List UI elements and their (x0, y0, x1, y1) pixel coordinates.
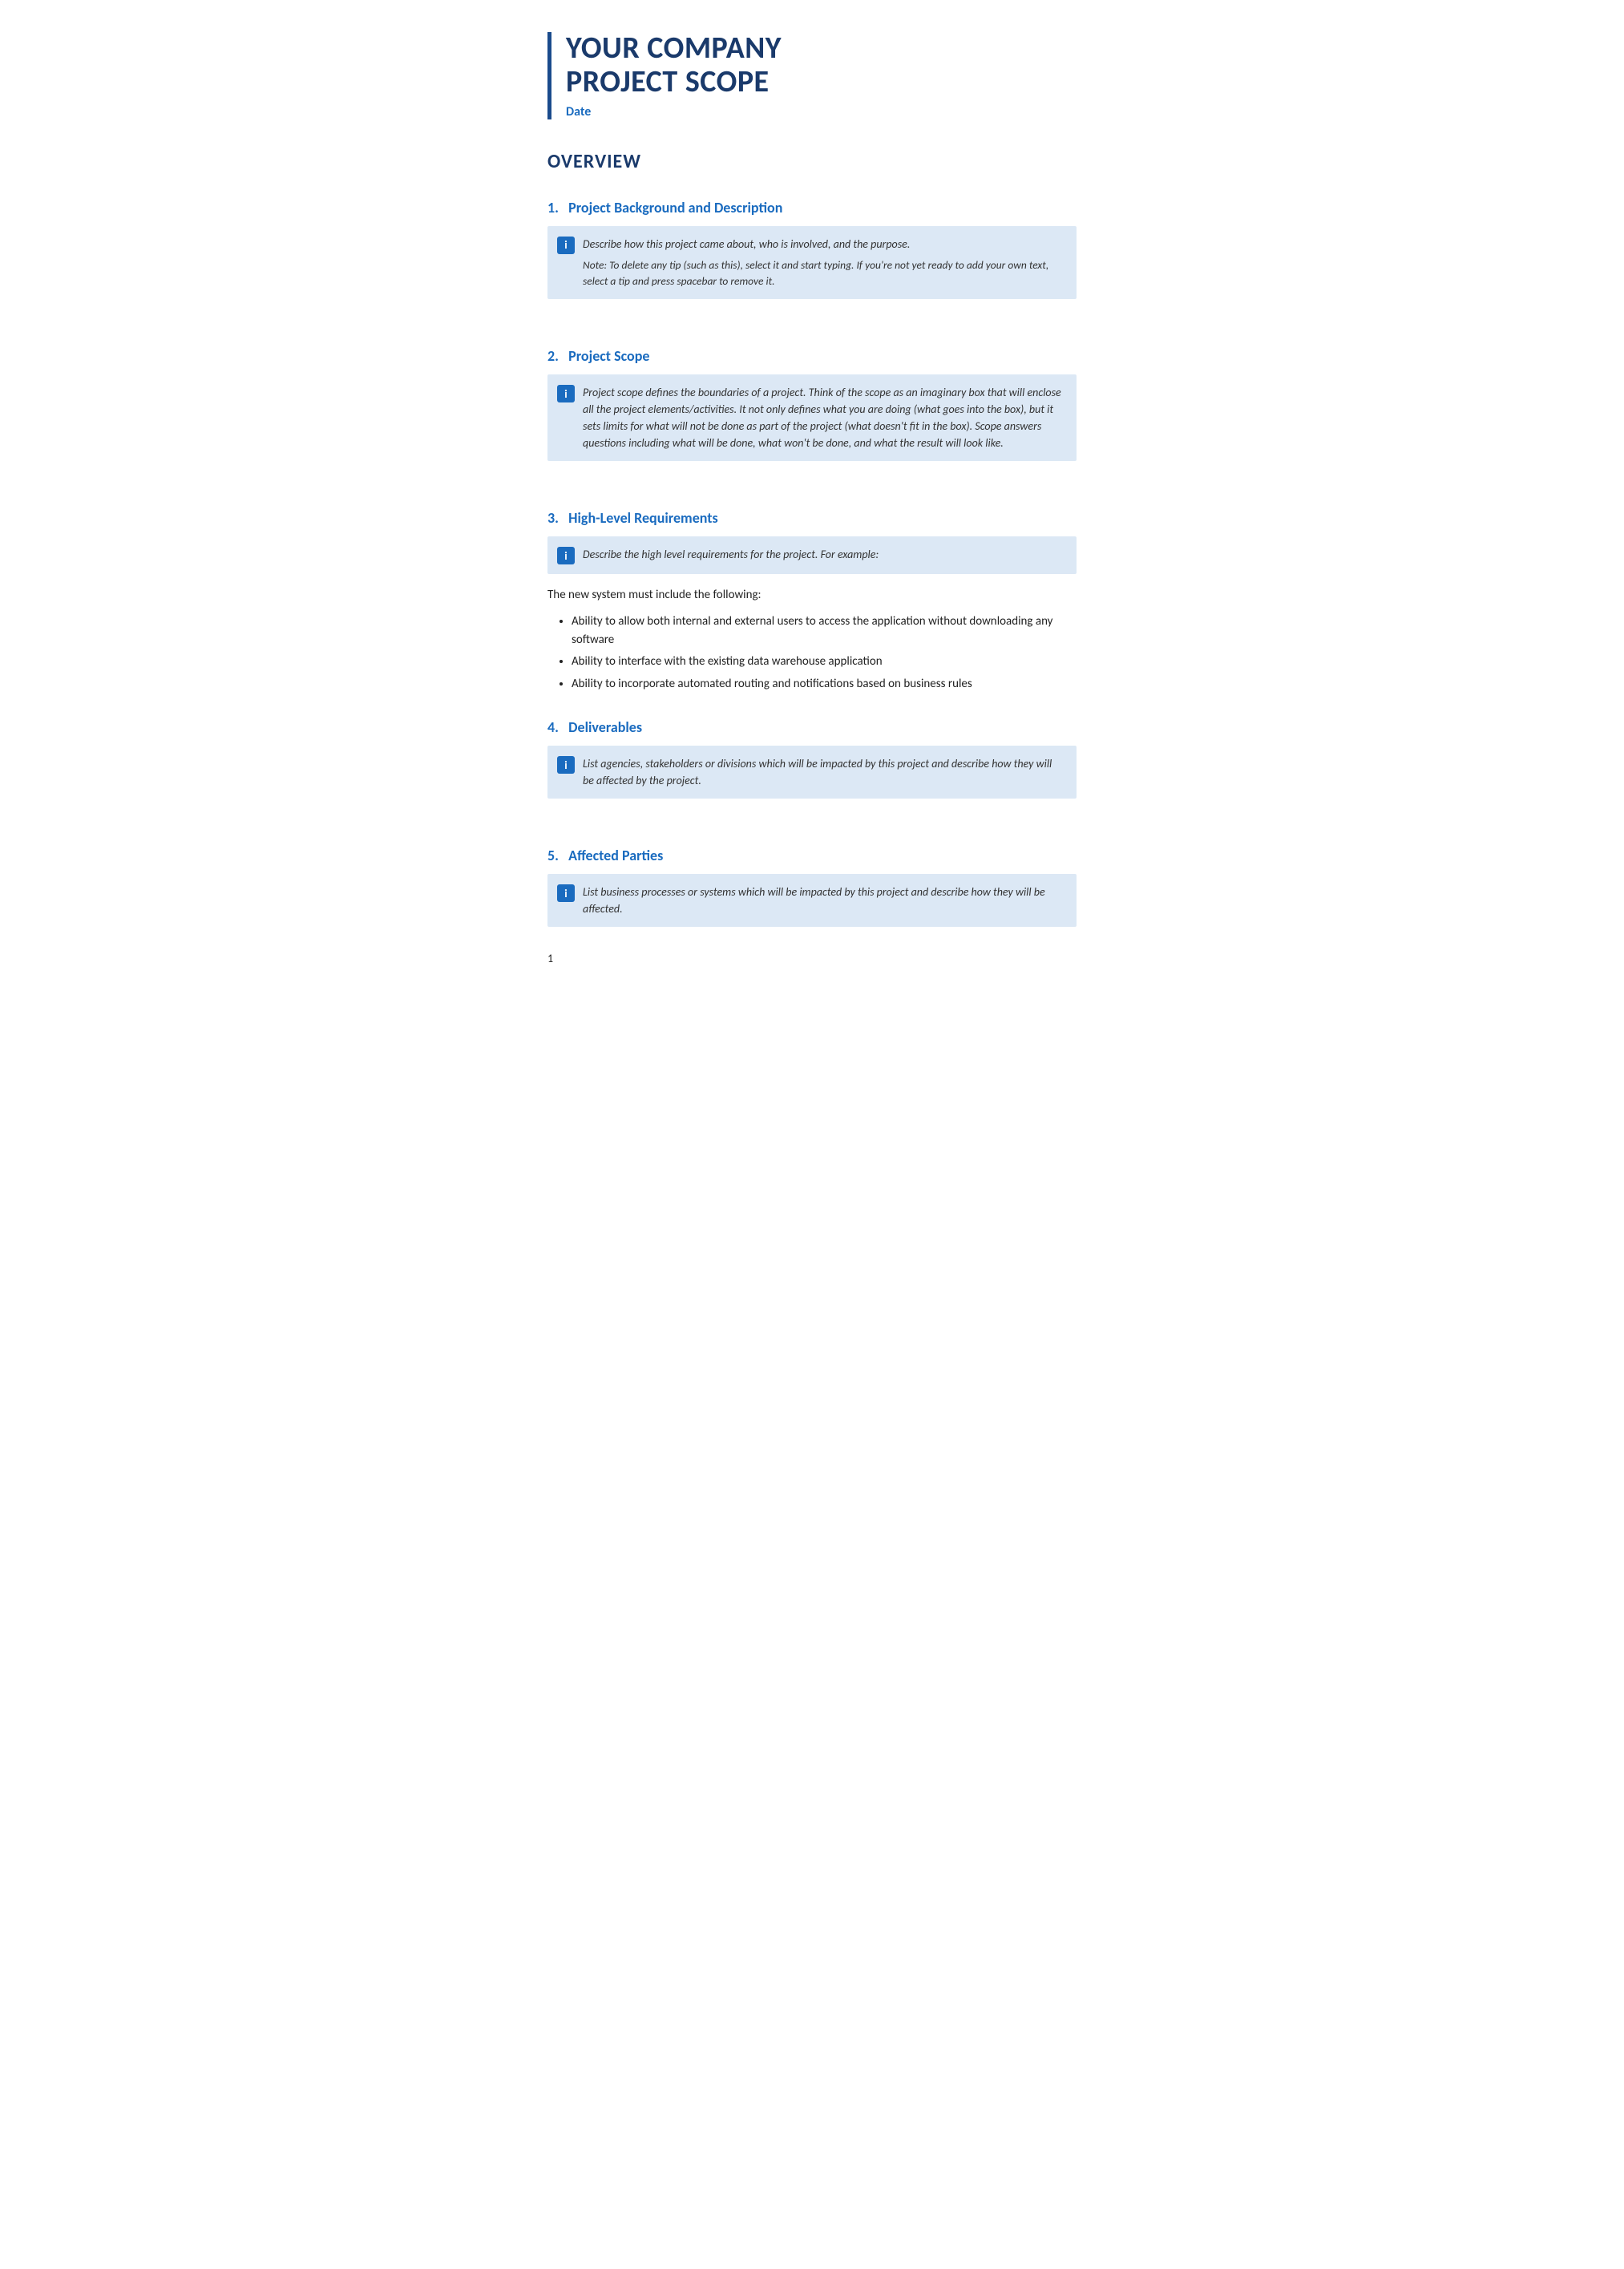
section-4-title: Deliverables (568, 718, 642, 736)
section-5-tip-box: i List business processes or systems whi… (547, 874, 1077, 927)
info-icon-5: i (557, 884, 575, 902)
section-2-tip-box: i Project scope defines the boundaries o… (547, 374, 1077, 461)
page: YOUR COMPANY PROJECT SCOPE Date OVERVIEW… (499, 0, 1125, 983)
main-title: YOUR COMPANY PROJECT SCOPE (566, 32, 1077, 99)
section-3: 3. High-Level Requirements i Describe th… (547, 509, 1077, 693)
overview-section: OVERVIEW 1. Project Background and Descr… (547, 150, 1077, 928)
section-5-tip-text: List business processes or systems which… (583, 884, 1064, 917)
section-2-number: 2. (547, 347, 559, 365)
section-5-title: Affected Parties (568, 847, 663, 864)
title-line1: YOUR COMPANY (566, 30, 782, 67)
section-3-body: The new system must include the followin… (547, 585, 1077, 605)
section-1-tip-note: Note: To delete any tip (such as this), … (583, 257, 1064, 290)
section-3-tip-text: Describe the high level requirements for… (583, 546, 879, 563)
overview-heading: OVERVIEW (547, 150, 1077, 173)
bullet-3: Ability to incorporate automated routing… (572, 675, 1077, 694)
section-2: 2. Project Scope i Project scope defines… (547, 347, 1077, 461)
section-1-tip-content: Describe how this project came about, wh… (583, 236, 1064, 290)
section-4-number: 4. (547, 718, 559, 736)
section-3-number: 3. (547, 509, 559, 527)
section-4-tip-box: i List agencies, stakeholders or divisio… (547, 746, 1077, 799)
section-1-title: Project Background and Description (568, 199, 782, 216)
section-4-heading: 4. Deliverables (547, 718, 1077, 736)
header-block: YOUR COMPANY PROJECT SCOPE Date (547, 32, 1077, 119)
section-5-number: 5. (547, 847, 559, 864)
section-3-bullets: Ability to allow both internal and exter… (572, 613, 1077, 693)
bullet-1: Ability to allow both internal and exter… (572, 613, 1077, 649)
section-5: 5. Affected Parties i List business proc… (547, 847, 1077, 927)
section-3-tip-box: i Describe the high level requirements f… (547, 536, 1077, 574)
info-icon-1: i (557, 237, 575, 254)
section-1: 1. Project Background and Description i … (547, 199, 1077, 300)
section-3-title: High-Level Requirements (568, 509, 718, 527)
section-4: 4. Deliverables i List agencies, stakeho… (547, 718, 1077, 799)
section-1-number: 1. (547, 199, 559, 216)
section-4-tip-text: List agencies, stakeholders or divisions… (583, 755, 1064, 789)
bullet-2: Ability to interface with the existing d… (572, 653, 1077, 671)
section-2-tip-text: Project scope defines the boundaries of … (583, 384, 1064, 451)
info-icon-4: i (557, 756, 575, 774)
info-icon-3: i (557, 547, 575, 564)
section-2-heading: 2. Project Scope (547, 347, 1077, 365)
section-5-heading: 5. Affected Parties (547, 847, 1077, 864)
section-1-heading: 1. Project Background and Description (547, 199, 1077, 216)
section-3-heading: 3. High-Level Requirements (547, 509, 1077, 527)
date-label: Date (566, 104, 1077, 119)
info-icon-2: i (557, 385, 575, 402)
section-2-title: Project Scope (568, 347, 649, 365)
section-1-tip-text: Describe how this project came about, wh… (583, 236, 1064, 253)
page-number: 1 (547, 952, 553, 965)
title-line2: PROJECT SCOPE (566, 63, 770, 100)
section-1-tip-box: i Describe how this project came about, … (547, 226, 1077, 300)
